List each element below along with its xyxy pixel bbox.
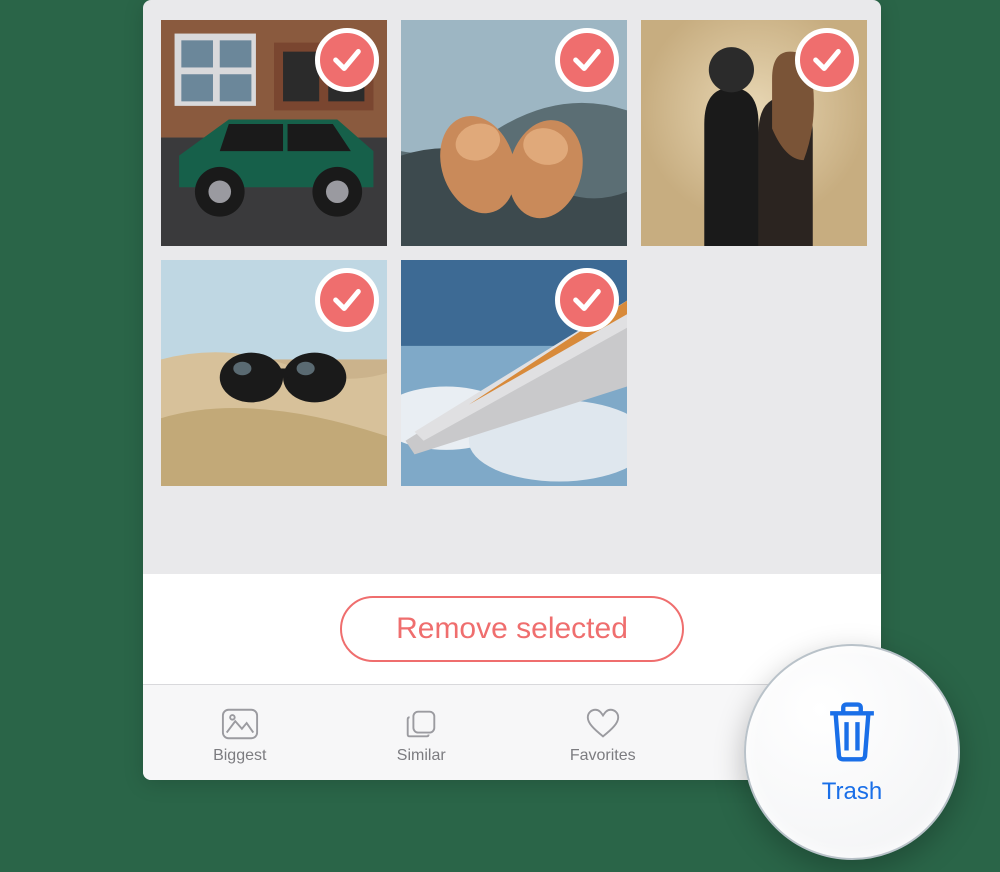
selection-check[interactable] [315,268,379,332]
photo-thumbnail[interactable] [161,260,387,486]
photo-thumbnail[interactable] [641,20,867,246]
checkmark-icon [810,43,844,77]
mountains-icon [220,705,260,743]
heart-icon [583,705,623,743]
tab-favorites[interactable]: Favorites [512,705,694,765]
checkmark-icon [570,283,604,317]
remove-selected-button[interactable]: Remove selected [340,596,684,662]
magnified-trash-tab: Trash [744,644,960,860]
trash-icon [817,698,887,768]
selection-check[interactable] [555,28,619,92]
photo-thumbnail[interactable] [161,20,387,246]
stack-icon [401,705,441,743]
checkmark-icon [330,283,364,317]
magnified-tab-label: Trash [822,778,882,806]
action-bar: Remove selected [143,574,881,684]
selection-check[interactable] [555,268,619,332]
app-panel: Remove selected Biggest Similar Favorite… [143,0,881,780]
photo-grid [161,20,871,486]
tab-label: Favorites [570,747,636,765]
tab-label: Biggest [213,747,266,765]
checkmark-icon [330,43,364,77]
photo-thumbnail[interactable] [401,20,627,246]
photo-thumbnail[interactable] [401,260,627,486]
selection-check[interactable] [795,28,859,92]
checkmark-icon [570,43,604,77]
selection-check[interactable] [315,28,379,92]
tab-label: Similar [397,747,446,765]
tab-biggest[interactable]: Biggest [149,705,331,765]
tab-similar[interactable]: Similar [331,705,513,765]
